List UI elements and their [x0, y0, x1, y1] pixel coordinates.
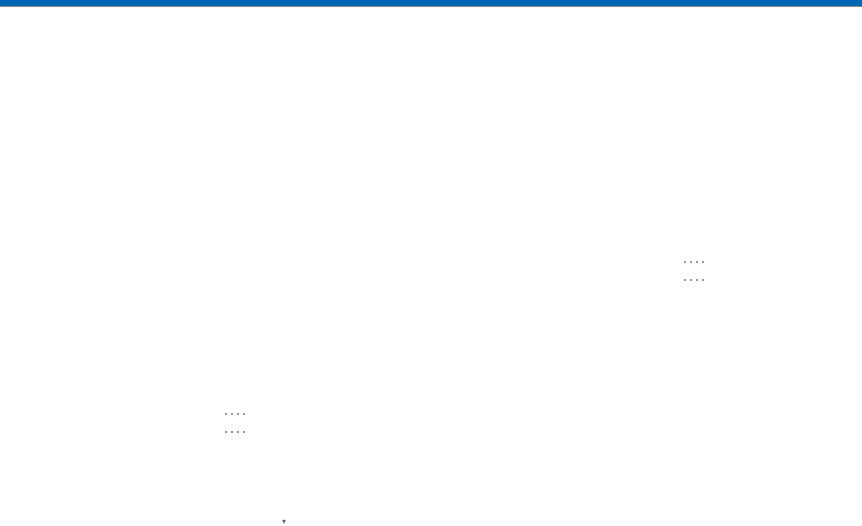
drag-grip-icon[interactable] [684, 261, 708, 283]
title-bar-border [0, 6, 862, 7]
drag-grip-icon[interactable] [225, 413, 249, 435]
